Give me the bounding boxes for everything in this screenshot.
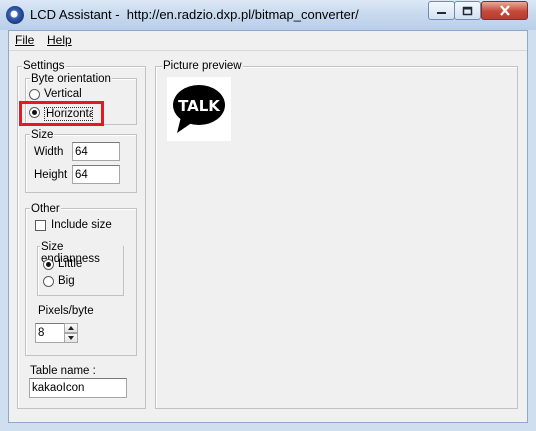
width-label: Width [34, 146, 64, 158]
minimize-button[interactable] [428, 1, 455, 20]
menu-help[interactable]: Help [47, 33, 72, 47]
menu-bar [9, 31, 527, 51]
pixels-per-byte-input[interactable] [35, 323, 65, 343]
pixels-per-byte-label: Pixels/byte [38, 305, 94, 317]
picture-preview-label: Picture preview [162, 60, 243, 72]
settings-label: Settings [22, 60, 66, 72]
maximize-button[interactable] [454, 1, 481, 20]
app-eye-icon [6, 6, 24, 24]
minimize-icon [437, 11, 446, 14]
close-button[interactable] [481, 1, 528, 20]
menu-file[interactable]: File [15, 33, 34, 47]
vertical-radio[interactable] [29, 89, 40, 100]
spin-up-icon [68, 326, 74, 330]
table-name-input[interactable] [29, 378, 127, 398]
spin-down-button[interactable] [64, 333, 78, 343]
window-title: LCD Assistant - http://en.radzio.dxp.pl/… [30, 7, 359, 22]
talk-bubble-icon: TALK [173, 85, 225, 133]
close-icon [499, 5, 510, 16]
spin-down-icon [68, 336, 74, 340]
size-endianness-group: Size endianness [37, 241, 124, 296]
spin-up-button[interactable] [64, 323, 78, 333]
size-label: Size [30, 129, 55, 141]
menu-help-label: Help [47, 33, 72, 47]
height-input[interactable] [72, 165, 120, 184]
little-label[interactable]: Little [58, 258, 82, 271]
big-label[interactable]: Big [58, 275, 75, 288]
width-input[interactable] [72, 142, 120, 161]
big-radio[interactable] [43, 276, 54, 287]
table-name-label: Table name : [30, 365, 96, 377]
height-label: Height [34, 169, 68, 181]
talk-text: TALK [178, 97, 221, 115]
vertical-label[interactable]: Vertical [44, 88, 82, 101]
include-size-label[interactable]: Include size [51, 219, 112, 232]
byte-orientation-label: Byte orientation [30, 73, 112, 85]
highlight-box [19, 101, 104, 126]
maximize-icon [462, 6, 473, 15]
include-size-checkbox[interactable] [35, 220, 46, 231]
little-radio[interactable] [43, 259, 54, 270]
preview-image: TALK [167, 77, 231, 141]
other-label: Other [30, 203, 61, 215]
menu-file-label: File [15, 33, 35, 47]
